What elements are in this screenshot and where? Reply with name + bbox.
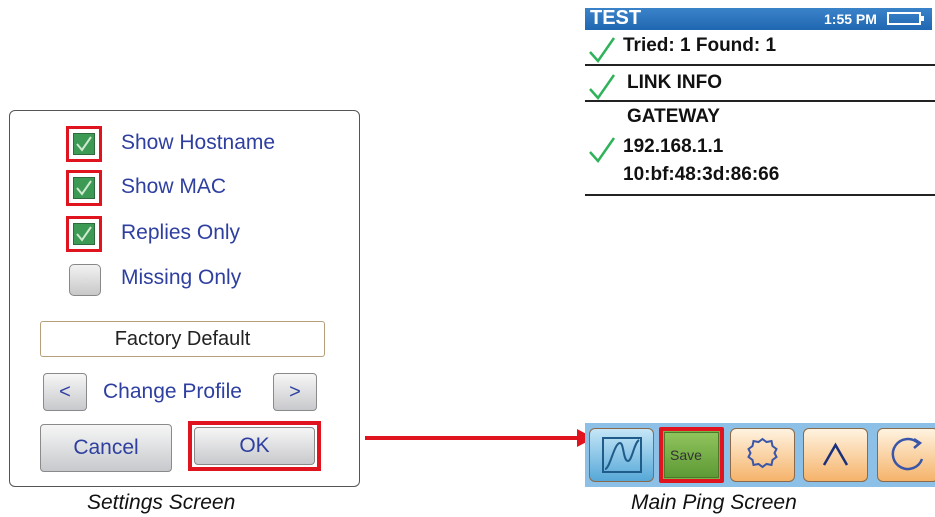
graph-icon bbox=[602, 437, 642, 473]
show-hostname-checkbox[interactable] bbox=[73, 133, 95, 155]
ping-results-panel: TEST 1:55 PM Tried: 1 Found: 1 LINK INFO… bbox=[585, 7, 935, 202]
previous-profile-button[interactable]: < bbox=[43, 373, 87, 411]
settings-caption: Settings Screen bbox=[87, 491, 236, 514]
option-label: Missing Only bbox=[121, 266, 242, 289]
settings-dialog: Show Hostname Show MAC Replies Only Miss… bbox=[9, 110, 360, 487]
option-label: Show MAC bbox=[121, 175, 227, 198]
divider bbox=[585, 194, 935, 196]
refresh-button[interactable] bbox=[877, 428, 935, 482]
option-show-mac[interactable]: Show MAC bbox=[10, 167, 359, 207]
option-replies-only[interactable]: Replies Only bbox=[10, 213, 359, 253]
checkmark-icon bbox=[76, 180, 92, 196]
gateway-label: GATEWAY bbox=[627, 106, 720, 127]
profile-name-field[interactable]: Factory Default bbox=[40, 321, 325, 357]
save-button[interactable]: Save bbox=[664, 432, 719, 478]
checkmark-icon bbox=[589, 37, 616, 64]
save-button-highlight: Save bbox=[659, 427, 724, 483]
bottom-toolbar: Save bbox=[585, 423, 935, 487]
status-header: TEST 1:55 PM bbox=[585, 7, 932, 30]
clock-time: 1:55 PM bbox=[824, 11, 877, 27]
next-profile-button[interactable]: > bbox=[273, 373, 317, 411]
missing-only-checkbox[interactable] bbox=[69, 264, 101, 296]
graph-button[interactable] bbox=[589, 428, 654, 482]
checkbox-highlight bbox=[66, 216, 102, 252]
save-label: Save bbox=[670, 447, 702, 463]
scroll-up-button[interactable] bbox=[803, 428, 868, 482]
divider bbox=[585, 100, 935, 102]
ok-button[interactable]: OK bbox=[194, 427, 315, 465]
replies-only-checkbox[interactable] bbox=[73, 223, 95, 245]
result-summary: Tried: 1 Found: 1 bbox=[623, 35, 777, 56]
connector-arrow bbox=[365, 429, 594, 447]
gateway-mac: 10:bf:48:3d:86:66 bbox=[623, 164, 780, 185]
divider bbox=[585, 64, 935, 66]
checkmark-icon bbox=[589, 74, 616, 101]
checkbox-highlight bbox=[66, 170, 102, 206]
refresh-icon bbox=[891, 437, 924, 471]
option-label: Replies Only bbox=[121, 221, 241, 244]
link-info-row[interactable]: LINK INFO bbox=[627, 72, 722, 94]
settings-button[interactable] bbox=[730, 428, 795, 482]
chevron-up-icon bbox=[822, 442, 849, 466]
gear-icon bbox=[747, 437, 778, 469]
change-profile-label: Change Profile bbox=[103, 380, 242, 403]
checkmark-icon bbox=[76, 226, 92, 242]
option-show-hostname[interactable]: Show Hostname bbox=[10, 123, 359, 163]
option-label: Show Hostname bbox=[121, 131, 276, 154]
checkmark-icon bbox=[589, 137, 616, 164]
ping-caption: Main Ping Screen bbox=[631, 491, 797, 514]
gateway-ip: 192.168.1.1 bbox=[623, 136, 724, 157]
ok-button-highlight: OK bbox=[188, 421, 321, 471]
header-title: TEST bbox=[590, 7, 642, 29]
checkbox-highlight bbox=[66, 126, 102, 162]
cancel-button[interactable]: Cancel bbox=[40, 424, 172, 472]
option-missing-only[interactable]: Missing Only bbox=[10, 258, 359, 298]
battery-icon bbox=[887, 12, 924, 25]
checkmark-icon bbox=[76, 136, 92, 152]
show-mac-checkbox[interactable] bbox=[73, 177, 95, 199]
